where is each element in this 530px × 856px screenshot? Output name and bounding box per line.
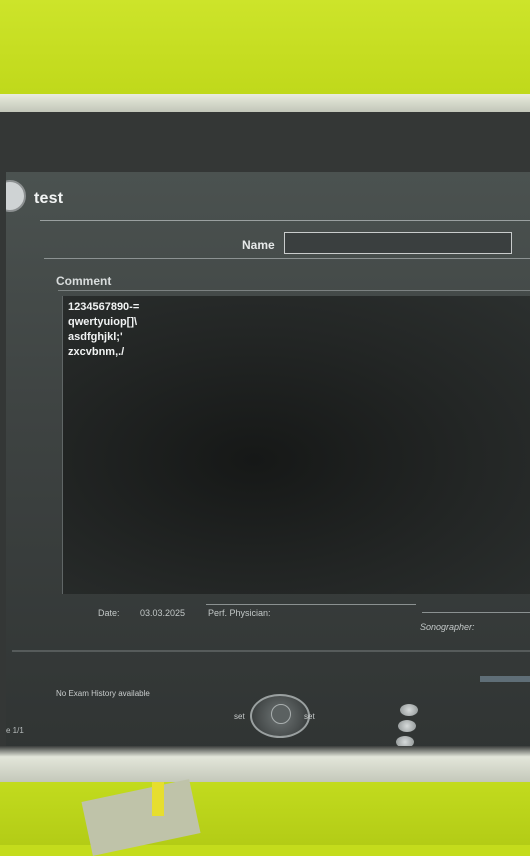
name-field[interactable] [284, 232, 512, 254]
comment-label: Comment [56, 274, 112, 288]
comment-divider [58, 290, 530, 291]
set-right-label: set [304, 712, 315, 721]
title-divider [40, 220, 530, 221]
monitor: test Name Comment 1234567890-= qwertyuio… [0, 112, 530, 782]
sonographer-label: Sonographer: [420, 622, 475, 632]
set-left-label: set [234, 712, 245, 721]
sonographer-line [422, 612, 530, 613]
page-indicator: e 1/1 [6, 726, 24, 735]
screen: test Name Comment 1234567890-= qwertyuio… [6, 172, 530, 782]
exam-history-status: No Exam History available [56, 689, 150, 698]
background-wall [0, 0, 530, 100]
control-knob-2[interactable] [398, 720, 416, 732]
control-knob-1[interactable] [400, 704, 418, 716]
form-divider [44, 258, 530, 259]
right-status-bar [480, 676, 530, 682]
perf-physician-label: Perf. Physician: [208, 608, 271, 618]
date-value: 03.03.2025 [140, 608, 186, 618]
date-label: Date: [98, 608, 120, 618]
perf-physician-line [206, 604, 416, 605]
app-logo-icon [6, 180, 26, 212]
trackball-center[interactable] [271, 704, 291, 724]
desk [0, 782, 530, 845]
comment-text: 1234567890-= qwertyuiop[]\ asdfghjkl;' z… [68, 301, 140, 358]
monitor-bottom-bezel [0, 746, 530, 782]
window-title: test [34, 190, 64, 207]
panel-divider [12, 650, 530, 652]
name-label: Name [242, 238, 275, 252]
yellow-tag [152, 782, 164, 816]
